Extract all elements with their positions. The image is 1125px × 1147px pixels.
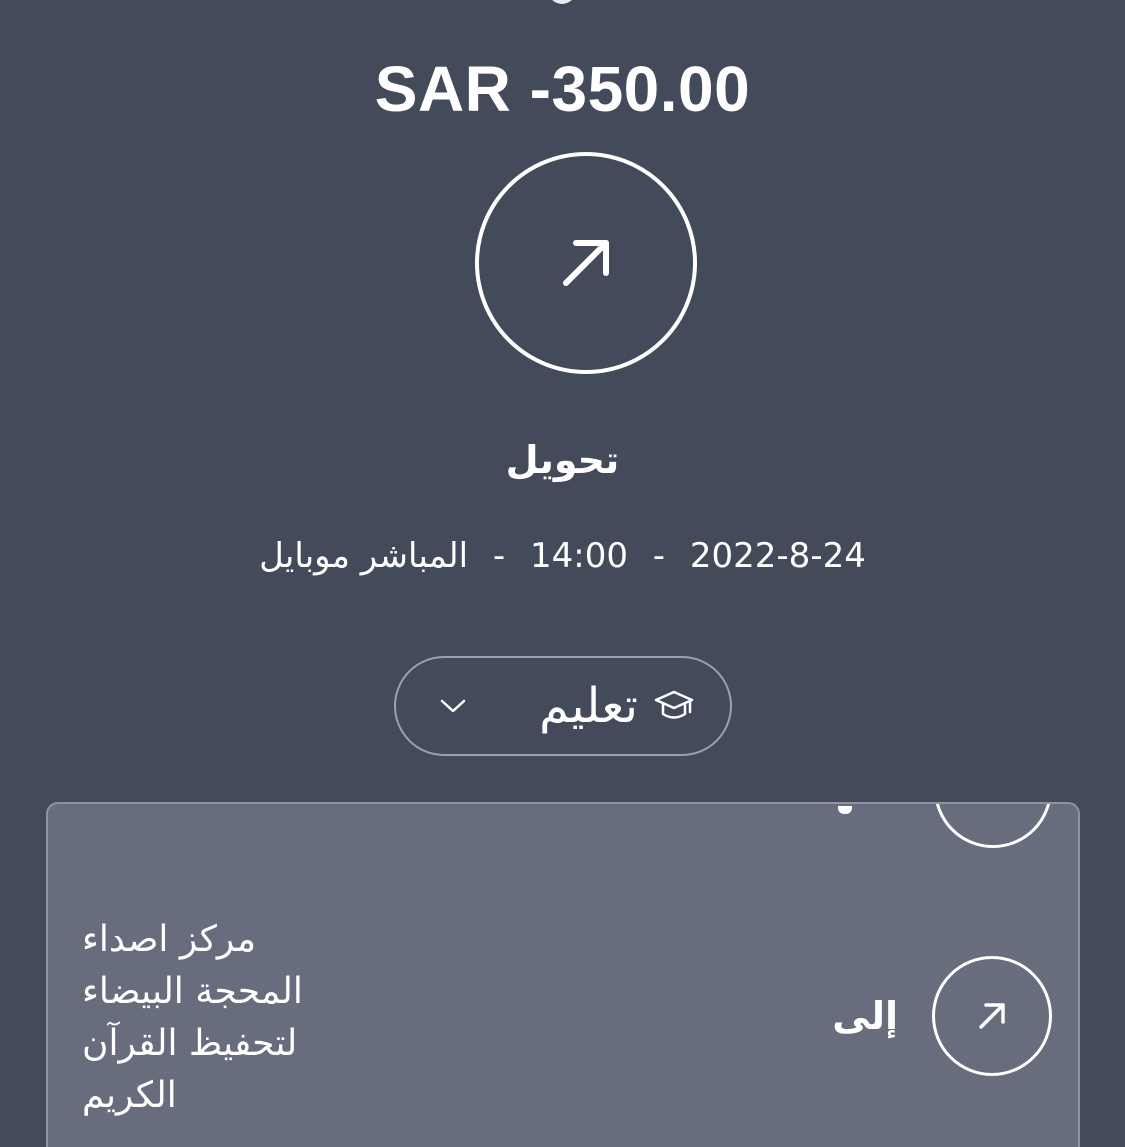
recipient-name: مركز اصداء المحجة البيضاء لتحفيظ القرآن … <box>82 914 382 1122</box>
meta-separator: - <box>492 536 506 576</box>
category-selector[interactable]: تعليم <box>394 656 732 756</box>
transaction-time: 14:00 <box>530 536 628 576</box>
category-label: تعليم <box>539 678 638 734</box>
transfer-details-card: مركز اصداء المحجة البيضاء لتحفيظ القرآن … <box>46 802 1080 1147</box>
sheet-handle[interactable] <box>548 0 576 4</box>
recipient-line: المحجة البيضاء <box>82 971 303 1012</box>
recipient-line: مركز اصداء <box>82 919 256 960</box>
recipient-icon-circle <box>932 956 1052 1076</box>
previous-row-label-fragment <box>838 806 852 814</box>
recipient-line: الكريم <box>82 1075 177 1116</box>
recipient-line: لتحفيظ القرآن <box>82 1023 298 1064</box>
transaction-type: تحويل <box>505 438 620 482</box>
transfer-out-badge <box>475 152 697 374</box>
chevron-down-icon <box>436 689 470 723</box>
meta-separator: - <box>652 536 666 576</box>
to-label: إلى <box>832 994 898 1038</box>
transaction-meta: المباشر موبايل - 14:00 - 2022-8-24 <box>0 536 1125 576</box>
transaction-date: 2022-8-24 <box>689 536 866 576</box>
arrow-up-right-icon <box>563 240 609 286</box>
previous-row-icon-circle <box>934 804 1052 848</box>
transaction-detail-screen: SAR -350.00 تحويل المباشر موبايل - 14:00… <box>0 0 1125 1147</box>
transaction-amount: SAR -350.00 <box>374 53 751 125</box>
arrow-up-right-icon <box>979 1003 1005 1029</box>
transaction-channel: المباشر موبايل <box>259 536 469 576</box>
graduation-cap-icon <box>652 683 698 729</box>
